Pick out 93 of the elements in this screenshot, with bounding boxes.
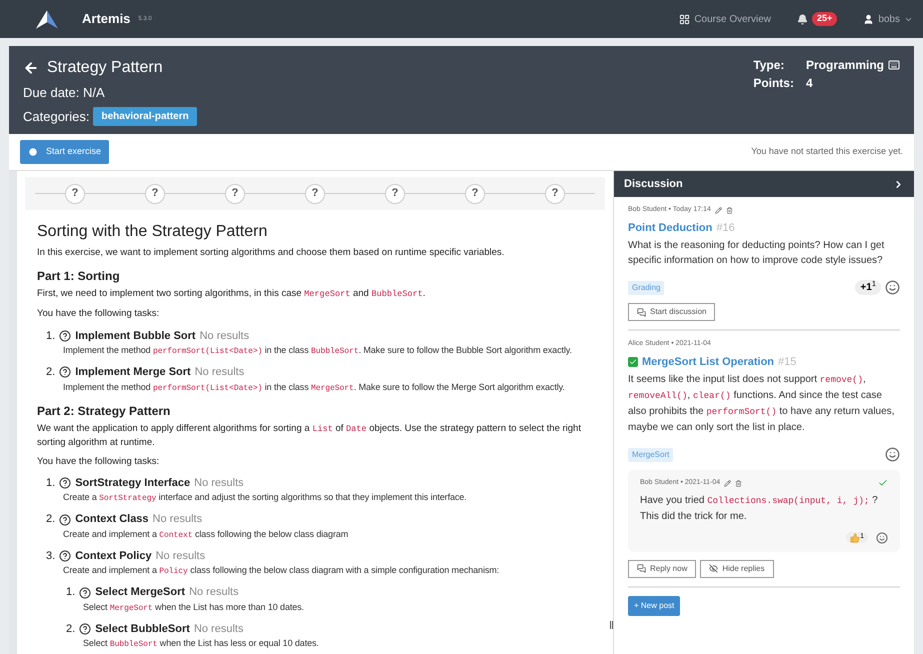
discussion-title: Discussion [624,176,683,192]
task-name: SortStrategy Interface [75,476,190,491]
task-status: No results [189,585,239,600]
part-paragraph: We want the application to apply different algorithms for sorting a List of Date objects. Use the strategy pattern to select the right sorting algorithm at runtime. [37,422,582,448]
step-indicator[interactable]: ? [145,184,165,204]
step-indicator[interactable]: ? [305,184,325,204]
exercise-title: Strategy Pattern [47,58,163,78]
user-icon [863,14,874,24]
type-value: Programming [806,57,884,74]
grid-icon [679,14,690,24]
step-indicator[interactable]: ? [465,184,485,204]
user-menu[interactable]: bobs [863,12,913,26]
category-badge: behavioral-pattern [93,106,197,126]
new-post-button[interactable]: + New post [628,596,680,616]
task-number: 3. [46,548,56,564]
task-number: 2. [46,512,56,528]
part-paragraph: First, we need to implement two sorting algorithms, in this case MergeSort and BubbleSort. [37,287,426,302]
task-name: Implement Bubble Sort [75,328,196,344]
tasks-intro: You have the following tasks: [37,454,160,468]
step-indicator[interactable]: ? [385,184,405,204]
task-number: 2. [66,622,76,637]
emoji-icon[interactable] [876,532,888,544]
task-name: Select MergeSort [95,585,186,600]
help-icon [79,623,92,635]
task-status: No results [194,365,244,380]
edit-icon[interactable] [724,480,732,487]
type-label: Type: [753,57,786,74]
points-label: Points: [753,75,794,92]
post-number: #15 [778,354,796,370]
task-status: No results [194,622,244,637]
task-name: Select BubbleSort [95,622,190,637]
post-tag: MergeSort [628,448,674,462]
chat-icon [637,564,646,573]
task-description: Create and implement a Context class following the below class diagram [62,528,350,542]
post-number: #16 [716,220,735,236]
task-status: No results [200,328,250,344]
start-exercise-button[interactable]: Start exercise [20,140,110,164]
help-icon [59,366,72,378]
hide-replies-button[interactable]: Hide replies [700,560,774,578]
step-indicator[interactable]: ? [545,184,565,204]
edit-icon[interactable] [714,206,722,214]
task-description: Select MergeSort when the List has more than 10 dates. [82,600,305,615]
step-indicator[interactable]: ? [225,184,245,204]
task-description: Select BubbleSort when the List has less or equal 10 dates. [82,637,320,652]
tasks-intro: You have the following tasks: [37,307,160,322]
help-icon [59,550,72,562]
part-heading: Part 2: Strategy Pattern [37,402,172,420]
delete-icon[interactable] [726,206,733,214]
categories-label: Categories: [23,108,90,126]
exercise-status: You have not started this exercise yet. [751,145,903,158]
post-title[interactable]: MergeSort List Operation [642,354,774,370]
chat-icon [637,308,646,316]
brand-name[interactable]: Artemis [82,9,130,29]
task-status: No results [194,476,244,491]
help-icon [59,477,72,489]
task-number: 1. [66,585,76,600]
emoji-icon[interactable] [885,280,900,295]
logo-icon [36,10,58,28]
task-number: 2. [46,365,56,380]
intro-paragraph: In this exercise, we want to implement sorting algorithms and choose them based on runtime specific variables. [37,246,506,260]
help-icon [59,514,72,526]
part-heading: Part 1: Sorting [37,268,121,286]
task-number: 1. [46,476,56,491]
reply-button[interactable]: Reply now [628,560,696,578]
task-status: No results [152,512,202,528]
notification-badge: 25+ [812,12,838,26]
resize-handle-icon[interactable] [610,621,613,629]
emoji-icon[interactable] [885,447,900,462]
start-discussion-button[interactable]: Start discussion [628,303,716,321]
delete-icon[interactable] [735,480,742,487]
help-icon [79,586,92,598]
post-title[interactable]: Point Deduction [628,220,712,236]
help-icon [59,330,72,342]
bell-icon[interactable] [797,14,808,24]
reaction-count[interactable]: +1$^{1}$ [855,280,881,295]
points-value: 4 [806,75,814,92]
step-indicator[interactable]: ? [65,184,85,204]
post-body: What is the reasoning for deducting points? How can I get specific information on how to improve code style issues? [628,239,886,268]
task-name: Context Policy [75,548,152,564]
post-body: It seems like the input list does not support remove(), removeAll(), clear() functions. And since the test case also prohibits the performSort() to have any return values, maybe we can only sort the list in place. [628,373,896,435]
task-number: 1. [46,328,56,344]
task-description: Create a SortStrategy interface and adjust the sorting algorithms so that they implement this interface. [62,491,468,506]
reply-body: Have you tried Collections.swap(input, i, j); ? This did the trick for me. [640,494,879,524]
problem-title: Sorting with the Strategy Pattern [37,222,268,242]
task-name: Context Class [75,512,149,528]
course-overview-link[interactable]: Course Overview [679,12,772,26]
eye-off-icon [709,564,718,573]
task-status: No results [156,548,206,564]
task-description: Create and implement a Policy class following the below class diagram with a simple configuration mechanism: [62,564,500,578]
post-tag: Grading [628,280,664,294]
due-date: Due date: N/A [23,84,106,102]
keyboard-icon [888,59,900,71]
task-name: Implement Merge Sort [75,365,191,380]
